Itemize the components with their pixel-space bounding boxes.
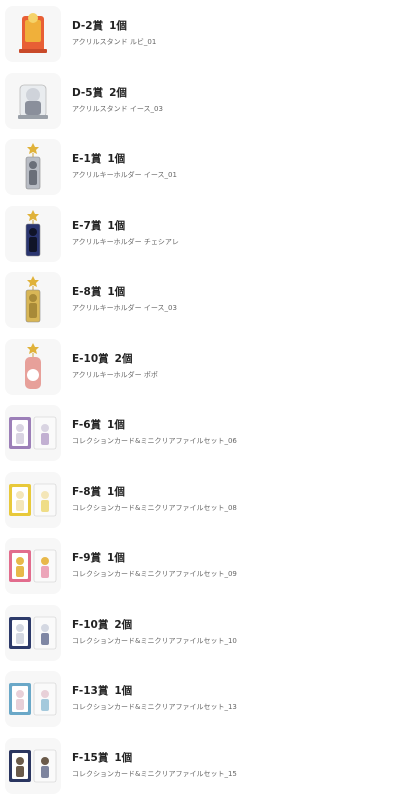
prize-row: D-2賞 1個アクリルスタンド ルビ_01 — [0, 5, 402, 72]
card-set-image — [5, 472, 61, 528]
prize-info: E-8賞 1個アクリルキーホルダー イース_03 — [72, 286, 177, 313]
card-set-image — [5, 405, 61, 461]
prize-quantity: 2個 — [114, 619, 132, 631]
prize-item-name: コレクションカード&ミニクリアファイルセット_13 — [72, 703, 237, 712]
prize-info: E-7賞 1個アクリルキーホルダー チェシアレ — [72, 220, 179, 247]
prize-info: F-6賞 1個コレクションカード&ミニクリアファイルセット_06 — [72, 419, 237, 446]
prize-quantity: 1個 — [107, 153, 125, 165]
prize-info: D-5賞 2個アクリルスタンド イース_03 — [72, 87, 163, 114]
prize-title: D-5賞 2個 — [72, 87, 163, 100]
prize-info: F-13賞 1個コレクションカード&ミニクリアファイルセット_13 — [72, 685, 237, 712]
prize-code: F-6賞 — [72, 419, 101, 431]
prize-code: E-10賞 — [72, 353, 109, 365]
prize-info: D-2賞 1個アクリルスタンド ルビ_01 — [72, 20, 156, 47]
prize-row: F-6賞 1個コレクションカード&ミニクリアファイルセット_06 — [0, 404, 402, 471]
prize-thumbnail — [5, 405, 61, 461]
prize-row: F-8賞 1個コレクションカード&ミニクリアファイルセット_08 — [0, 471, 402, 538]
prize-title: F-8賞 1個 — [72, 486, 237, 499]
prize-quantity: 2個 — [115, 353, 133, 365]
prize-code: E-1賞 — [72, 153, 101, 165]
prize-code: E-8賞 — [72, 286, 101, 298]
prize-info: F-15賞 1個コレクションカード&ミニクリアファイルセット_15 — [72, 752, 237, 779]
prize-code: F-10賞 — [72, 619, 108, 631]
prize-item-name: アクリルスタンド イース_03 — [72, 105, 163, 114]
card-set-image — [5, 738, 61, 794]
prize-row: E-7賞 1個アクリルキーホルダー チェシアレ — [0, 205, 402, 272]
prize-row: F-15賞 1個コレクションカード&ミニクリアファイルセット_15 — [0, 737, 402, 803]
prize-title: F-13賞 1個 — [72, 685, 237, 698]
prize-title: F-15賞 1個 — [72, 752, 237, 765]
prize-title: E-8賞 1個 — [72, 286, 177, 299]
prize-item-name: アクリルキーホルダー イース_01 — [72, 171, 177, 180]
prize-code: F-8賞 — [72, 486, 101, 498]
prize-title: E-10賞 2個 — [72, 353, 158, 366]
prize-thumbnail — [5, 206, 61, 262]
prize-thumbnail — [5, 472, 61, 528]
prize-row: F-9賞 1個コレクションカード&ミニクリアファイルセット_09 — [0, 537, 402, 604]
prize-item-name: アクリルスタンド ルビ_01 — [72, 38, 156, 47]
prize-item-name: アクリルキーホルダー イース_03 — [72, 304, 177, 313]
acrylic-stand-image — [5, 73, 61, 129]
prize-thumbnail — [5, 671, 61, 727]
prize-row: E-8賞 1個アクリルキーホルダー イース_03 — [0, 271, 402, 338]
prize-item-name: アクリルキーホルダー ポポ — [72, 371, 158, 380]
prize-title: D-2賞 1個 — [72, 20, 156, 33]
prize-info: F-9賞 1個コレクションカード&ミニクリアファイルセット_09 — [72, 552, 237, 579]
prize-thumbnail — [5, 538, 61, 594]
prize-quantity: 1個 — [107, 286, 125, 298]
prize-code: D-5賞 — [72, 87, 103, 99]
prize-item-name: アクリルキーホルダー チェシアレ — [72, 238, 179, 247]
prize-title: E-1賞 1個 — [72, 153, 177, 166]
card-set-image — [5, 605, 61, 661]
keychain-image — [5, 272, 61, 328]
prize-info: E-1賞 1個アクリルキーホルダー イース_01 — [72, 153, 177, 180]
prize-list: D-2賞1個アクリルスタンド ルビ_01D-5賞2個アクリルスタンド イース_0… — [0, 0, 402, 794]
prize-quantity: 1個 — [107, 552, 125, 564]
prize-quantity: 2個 — [109, 87, 127, 99]
prize-item-name: コレクションカード&ミニクリアファイルセット_09 — [72, 570, 237, 579]
prize-item-name: コレクションカード&ミニクリアファイルセット_10 — [72, 637, 237, 646]
prize-thumbnail — [5, 139, 61, 195]
prize-row: D-5賞 2個アクリルスタンド イース_03 — [0, 72, 402, 139]
prize-code: D-2賞 — [72, 20, 103, 32]
keychain-image — [5, 206, 61, 262]
prize-title: F-6賞 1個 — [72, 419, 237, 432]
prize-quantity: 1個 — [114, 685, 132, 697]
prize-code: E-7賞 — [72, 220, 101, 232]
prize-quantity: 1個 — [107, 419, 125, 431]
card-set-image — [5, 671, 61, 727]
prize-quantity: 1個 — [107, 220, 125, 232]
prize-code: F-15賞 — [72, 752, 108, 764]
prize-info: F-8賞 1個コレクションカード&ミニクリアファイルセット_08 — [72, 486, 237, 513]
card-set-image — [5, 538, 61, 594]
prize-row: E-1賞 1個アクリルキーホルダー イース_01 — [0, 138, 402, 205]
prize-quantity: 1個 — [114, 752, 132, 764]
prize-quantity: 1個 — [109, 20, 127, 32]
prize-info: E-10賞 2個アクリルキーホルダー ポポ — [72, 353, 158, 380]
prize-thumbnail — [5, 73, 61, 129]
prize-title: F-10賞 2個 — [72, 619, 237, 632]
prize-row: F-13賞 1個コレクションカード&ミニクリアファイルセット_13 — [0, 670, 402, 737]
prize-item-name: コレクションカード&ミニクリアファイルセット_15 — [72, 770, 237, 779]
prize-row: F-10賞 2個コレクションカード&ミニクリアファイルセット_10 — [0, 604, 402, 671]
keychain-image — [5, 339, 61, 395]
prize-code: F-9賞 — [72, 552, 101, 564]
prize-item-name: コレクションカード&ミニクリアファイルセット_08 — [72, 504, 237, 513]
prize-thumbnail — [5, 6, 61, 62]
prize-thumbnail — [5, 339, 61, 395]
prize-thumbnail — [5, 738, 61, 794]
prize-item-name: コレクションカード&ミニクリアファイルセット_06 — [72, 437, 237, 446]
prize-info: F-10賞 2個コレクションカード&ミニクリアファイルセット_10 — [72, 619, 237, 646]
prize-code: F-13賞 — [72, 685, 108, 697]
prize-thumbnail — [5, 605, 61, 661]
prize-row: E-10賞 2個アクリルキーホルダー ポポ — [0, 338, 402, 405]
keychain-image — [5, 139, 61, 195]
prize-quantity: 1個 — [107, 486, 125, 498]
prize-title: F-9賞 1個 — [72, 552, 237, 565]
acrylic-stand-image — [5, 6, 61, 62]
prize-thumbnail — [5, 272, 61, 328]
prize-title: E-7賞 1個 — [72, 220, 179, 233]
